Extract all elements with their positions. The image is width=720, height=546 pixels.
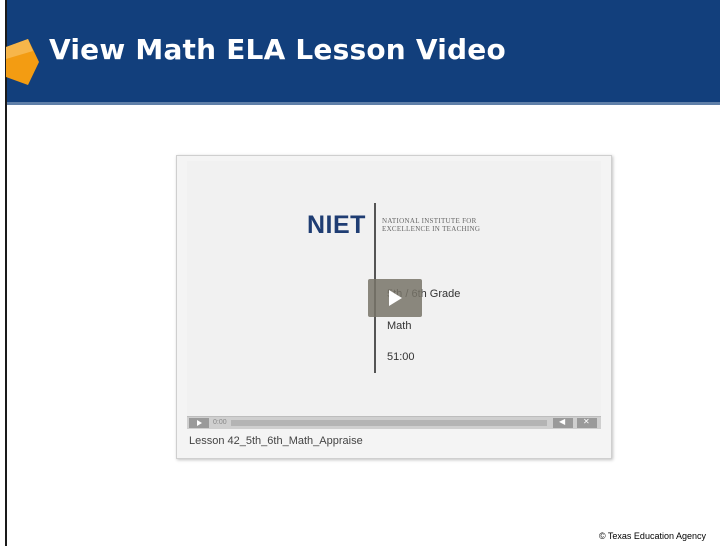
- title-underline: [7, 102, 720, 105]
- time-readout: 0:00: [213, 419, 227, 426]
- duration-label: 51:00: [387, 351, 415, 363]
- play-button[interactable]: [368, 279, 422, 317]
- logo-subtitle: National Institute for Excellence in Tea…: [382, 217, 481, 233]
- control-play-button[interactable]: [189, 418, 209, 428]
- video-frame[interactable]: NIET National Institute for Excellence i…: [187, 161, 601, 416]
- fullscreen-icon: ✕: [583, 417, 590, 426]
- subject-label: Math: [387, 320, 412, 332]
- niet-logo: NIET: [307, 211, 366, 239]
- video-player: NIET National Institute for Excellence i…: [176, 155, 612, 459]
- seek-bar[interactable]: [231, 420, 547, 426]
- volume-button[interactable]: ◀: [553, 417, 573, 428]
- volume-icon: ◀: [559, 417, 566, 426]
- video-caption: Lesson 42_5th_6th_Math_Appraise: [189, 435, 363, 447]
- play-icon: [197, 420, 202, 426]
- page-title: View Math ELA Lesson Video: [49, 33, 506, 66]
- fullscreen-button[interactable]: ✕: [577, 417, 597, 428]
- copyright-footer: © Texas Education Agency: [598, 531, 706, 541]
- video-controls: 0:00 ◀ ✕: [187, 416, 601, 429]
- orange-hexagon-icon: [6, 39, 39, 85]
- play-icon: [389, 290, 402, 306]
